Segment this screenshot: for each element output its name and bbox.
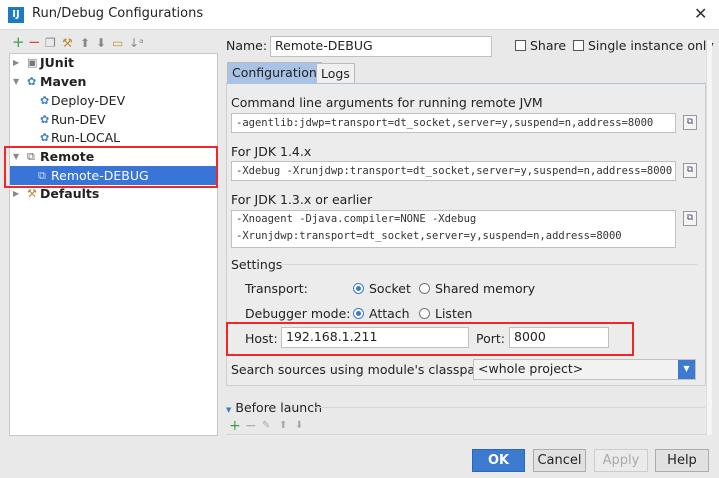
attach-radio[interactable]: Attach: [353, 306, 410, 321]
tree-item-deploy-dev[interactable]: ✿ Deploy-DEV: [10, 91, 217, 110]
move-up-icon[interactable]: ⬆: [80, 36, 90, 50]
settings-title: Settings: [231, 257, 283, 272]
ok-button[interactable]: OK: [472, 449, 525, 472]
remove-task-icon[interactable]: −: [245, 418, 257, 434]
collapse-icon: ▼: [226, 406, 232, 414]
highlight-box-host-port: [226, 322, 634, 356]
folder-icon[interactable]: ▭: [112, 36, 123, 50]
apply-button[interactable]: Apply: [594, 449, 648, 472]
move-up-task-icon[interactable]: ⬆: [279, 420, 287, 431]
listen-radio[interactable]: Listen: [419, 306, 472, 321]
classpath-label: Search sources using module's classpath:: [231, 362, 493, 377]
copy-icon[interactable]: ⧉: [683, 115, 697, 130]
before-launch-bottom-divider: [226, 434, 706, 435]
classpath-dropdown[interactable]: <whole project> ▼: [473, 359, 696, 380]
cmd-args-field[interactable]: -agentlib:jdwp=transport=dt_socket,serve…: [231, 113, 676, 133]
wrench-icon[interactable]: ⚒: [62, 36, 73, 50]
move-down-task-icon[interactable]: ⬇: [295, 420, 303, 431]
cancel-button[interactable]: Cancel: [533, 449, 586, 472]
jdk14-args-field[interactable]: -Xdebug -Xrunjdwp:transport=dt_socket,se…: [231, 161, 676, 181]
jdk13-label: For JDK 1.3.x or earlier: [231, 192, 373, 207]
help-button[interactable]: Help: [655, 449, 709, 472]
title-bar: IJ Run/Debug Configurations ✕: [0, 0, 719, 30]
tab-configuration[interactable]: Configuration: [227, 62, 322, 84]
shared-memory-radio[interactable]: Shared memory: [419, 281, 535, 296]
tab-logs[interactable]: Logs: [316, 63, 355, 85]
window-title: Run/Debug Configurations: [32, 6, 204, 21]
before-launch-toggle[interactable]: ▼ Before launch: [226, 400, 322, 415]
name-label: Name:: [226, 38, 268, 53]
single-instance-checkbox[interactable]: Single instance only: [573, 38, 714, 53]
edit-task-icon[interactable]: ✎: [262, 420, 270, 431]
socket-radio[interactable]: Socket: [353, 281, 411, 296]
share-checkbox[interactable]: Share: [515, 38, 566, 53]
close-icon[interactable]: ✕: [694, 4, 707, 23]
copy-icon[interactable]: ⧉: [683, 211, 697, 226]
intellij-logo-icon: IJ: [8, 7, 24, 23]
before-launch-divider: [312, 407, 705, 408]
chevron-down-icon[interactable]: ▼: [678, 360, 695, 379]
cmd-label: Command line arguments for running remot…: [231, 95, 543, 110]
jdk13-args-field[interactable]: -Xnoagent -Djava.compiler=NONE -Xdebug -X…: [231, 210, 676, 248]
transport-label: Transport:: [245, 281, 308, 296]
remove-icon[interactable]: −: [28, 33, 41, 51]
scrollbar[interactable]: [706, 40, 712, 435]
tree-item-run-local[interactable]: ✿ Run-LOCAL: [10, 128, 217, 147]
debugger-mode-label: Debugger mode:: [245, 306, 351, 321]
config-tree[interactable]: ▶ ▣ JUnit ▼ ✿ Maven ✿ Deploy-DEV ✿ Run-DEV ✿ Ru…: [9, 53, 218, 436]
highlight-box-tree: [4, 146, 218, 188]
add-icon[interactable]: +: [12, 33, 25, 51]
tree-item-maven[interactable]: ▼ ✿ Maven: [10, 72, 217, 91]
tree-item-junit[interactable]: ▶ ▣ JUnit: [10, 53, 217, 72]
settings-divider: [282, 264, 697, 265]
move-down-icon[interactable]: ⬇: [96, 36, 106, 50]
add-task-icon[interactable]: +: [229, 418, 241, 434]
copy-icon[interactable]: ❐: [45, 36, 56, 50]
copy-icon[interactable]: ⧉: [683, 163, 697, 178]
name-input[interactable]: Remote-DEBUG: [270, 36, 492, 57]
sort-icon[interactable]: ↓ᵃ: [129, 36, 144, 50]
jdk14-label: For JDK 1.4.x: [231, 144, 312, 159]
tree-item-run-dev[interactable]: ✿ Run-DEV: [10, 110, 217, 129]
